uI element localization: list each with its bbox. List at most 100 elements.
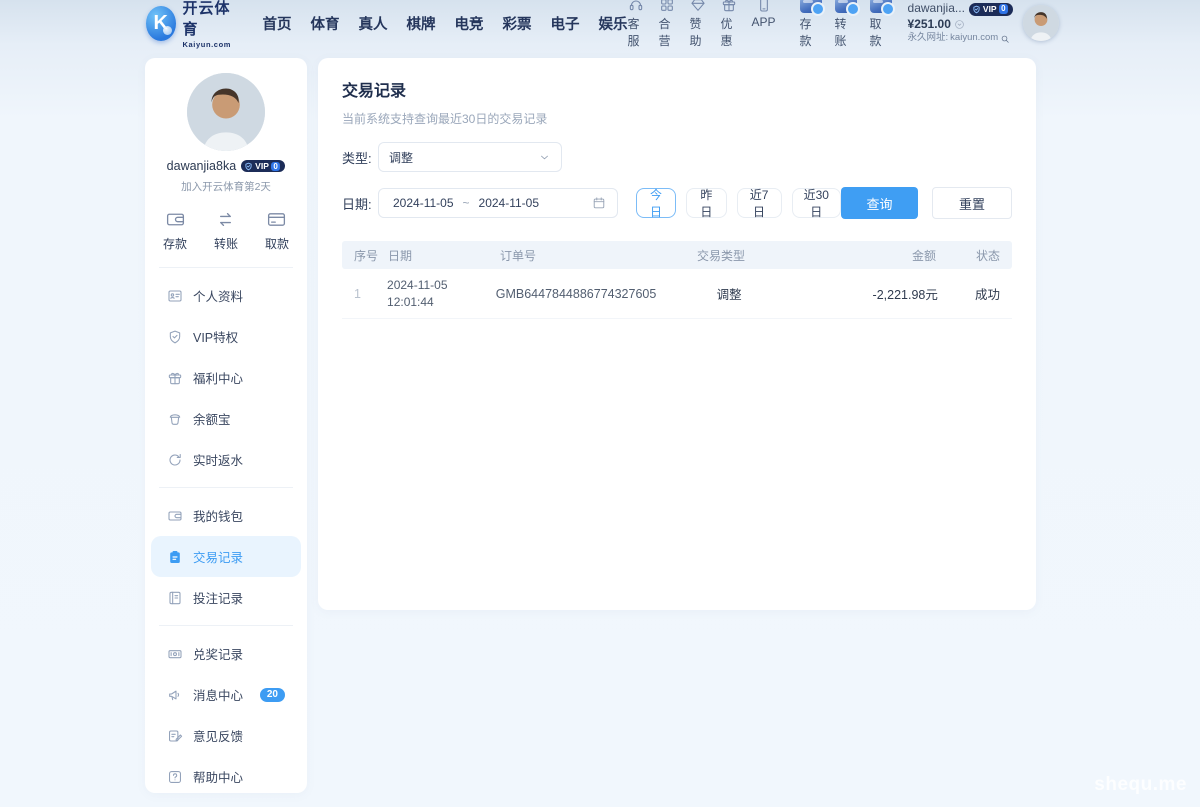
range-30days-button[interactable]: 近30日 — [792, 188, 842, 218]
promo-link[interactable]: 优惠 — [721, 0, 737, 49]
date-separator: ~ — [463, 196, 470, 210]
menu-group-misc: 兑奖记录 消息中心 20 意见反馈 帮助中心 — [145, 628, 307, 802]
app-icon — [756, 0, 772, 13]
nav-item-chess[interactable]: 棋牌 — [407, 13, 436, 34]
date-end-value: 2024-11-05 — [479, 196, 540, 210]
menu-group-wallet: 我的钱包 交易记录 投注记录 — [145, 490, 307, 623]
date-start-value: 2024-11-05 — [393, 196, 454, 210]
main-nav: 首页 体育 真人 棋牌 电竞 彩票 电子 娱乐 — [263, 13, 628, 34]
vip-label: VIP — [983, 4, 997, 15]
menu-label: 我的钱包 — [193, 506, 243, 525]
col-header-order-no: 订单号 — [500, 247, 646, 264]
promo-icon — [721, 0, 737, 13]
divider — [159, 487, 293, 488]
username-truncated[interactable]: dawanjia... — [908, 1, 965, 17]
unread-count-badge: 20 — [260, 688, 285, 702]
site-logo[interactable]: K 开云体育 Kaiyun.com — [146, 0, 237, 49]
support-link[interactable]: 客服 — [628, 0, 644, 49]
logo-mark-icon: K — [146, 6, 176, 41]
search-icon[interactable] — [1000, 34, 1010, 44]
topbar: K 开云体育 Kaiyun.com 首页 体育 真人 棋牌 电竞 彩票 电子 娱… — [0, 0, 1200, 46]
deposit-action[interactable]: 存款 — [163, 209, 187, 252]
reset-button[interactable]: 重置 — [932, 187, 1012, 219]
deposit-link[interactable]: 存款 — [800, 0, 822, 49]
range-7days-button[interactable]: 近7日 — [737, 188, 782, 218]
vip-level: 0 — [271, 162, 280, 171]
topbar-user-block: dawanjia... VIP0 ¥251.00 永久网址: kaiyun.co… — [908, 1, 1014, 45]
menu-label: 意见反馈 — [193, 726, 243, 745]
nav-item-live[interactable]: 真人 — [359, 13, 388, 34]
transactions-clipboard-icon — [167, 549, 183, 565]
sidebar-item-messages[interactable]: 消息中心 20 — [151, 674, 301, 715]
transfer-link[interactable]: 转账 — [835, 0, 857, 49]
permanent-url-value[interactable]: kaiyun.com — [950, 32, 998, 44]
bet-records-icon — [167, 590, 183, 606]
type-select[interactable]: 调整 — [378, 142, 562, 172]
vip-level: 0 — [999, 4, 1008, 14]
menu-label: 实时返水 — [193, 450, 243, 469]
sidebar: dawanjia8ka VIP0 加入开云体育第2天 存款 转账 取款 — [145, 58, 307, 793]
row-index: 1 — [354, 287, 387, 301]
partner-link[interactable]: 合营 — [659, 0, 675, 49]
transfer-label: 转账 — [214, 235, 238, 252]
rebate-refresh-icon — [167, 452, 183, 468]
sidebar-item-benefits[interactable]: 福利中心 — [151, 357, 301, 398]
savings-pot-icon — [167, 411, 183, 427]
support-icon — [628, 0, 644, 13]
sponsor-link[interactable]: 赞助 — [690, 0, 706, 49]
sidebar-item-yuebao[interactable]: 余额宝 — [151, 398, 301, 439]
benefits-gift-icon — [167, 370, 183, 386]
transfer-action[interactable]: 转账 — [214, 209, 238, 252]
menu-label: 帮助中心 — [193, 767, 243, 786]
withdraw-link[interactable]: 取款 — [870, 0, 892, 49]
sidebar-item-feedback[interactable]: 意见反馈 — [151, 715, 301, 756]
partner-icon — [659, 0, 675, 13]
quick-range-buttons: 今日 昨日 近7日 近30日 — [636, 188, 841, 218]
sidebar-item-transactions[interactable]: 交易记录 — [151, 536, 301, 577]
nav-item-lottery[interactable]: 彩票 — [503, 13, 532, 34]
transactions-panel: 交易记录 当前系统支持查询最近30日的交易记录 类型: 调整 日期: 2024-… — [318, 58, 1036, 610]
user-avatar[interactable] — [1023, 5, 1059, 41]
menu-label: 投注记录 — [193, 588, 243, 607]
menu-label: 兑奖记录 — [193, 644, 243, 663]
date-range-input[interactable]: 2024-11-05 ~ 2024-11-05 — [378, 188, 618, 218]
sidebar-item-rebate[interactable]: 实时返水 — [151, 439, 301, 480]
topbar-quick-links: 客服 合营 赞助 优惠 APP — [628, 0, 776, 49]
sidebar-item-help[interactable]: 帮助中心 — [151, 756, 301, 797]
row-time: 12:01:44 — [387, 294, 496, 310]
nav-item-entertainment[interactable]: 娱乐 — [599, 13, 628, 34]
date-filter-label: 日期: — [342, 194, 378, 213]
wallet-icon — [167, 508, 183, 524]
withdraw-label: 取款 — [870, 15, 892, 49]
withdraw-action[interactable]: 取款 — [265, 209, 289, 252]
deposit-label: 存款 — [800, 15, 822, 49]
sidebar-item-profile[interactable]: 个人资料 — [151, 275, 301, 316]
sidebar-item-bet-records[interactable]: 投注记录 — [151, 577, 301, 618]
sidebar-item-vip[interactable]: VIP特权 — [151, 316, 301, 357]
vip-shield-icon — [244, 162, 253, 171]
page-subtitle: 当前系统支持查询最近30日的交易记录 — [342, 110, 1012, 127]
nav-item-esports[interactable]: 电竞 — [455, 13, 484, 34]
table-header-row: 序号 日期 订单号 交易类型 金额 状态 — [342, 241, 1012, 269]
range-yesterday-button[interactable]: 昨日 — [686, 188, 726, 218]
wallet-icon — [165, 209, 186, 230]
transactions-table: 序号 日期 订单号 交易类型 金额 状态 1 2024-11-05 12:01:… — [342, 241, 1012, 319]
divider — [159, 625, 293, 626]
nav-item-sports[interactable]: 体育 — [311, 13, 340, 34]
query-button[interactable]: 查询 — [841, 187, 918, 219]
transfer-label: 转账 — [835, 15, 857, 49]
range-today-button[interactable]: 今日 — [636, 188, 676, 218]
profile-vip-badge: VIP0 — [241, 160, 285, 172]
sidebar-item-my-wallet[interactable]: 我的钱包 — [151, 495, 301, 536]
feedback-edit-icon — [167, 728, 183, 744]
profile-username: dawanjia8ka — [167, 159, 237, 173]
profile-quick-actions: 存款 转账 取款 — [145, 194, 307, 265]
app-link[interactable]: APP — [752, 0, 776, 49]
sidebar-item-redeem-records[interactable]: 兑奖记录 — [151, 633, 301, 674]
nav-item-slots[interactable]: 电子 — [551, 13, 580, 34]
logo-domain: Kaiyun.com — [183, 40, 237, 49]
app-label: APP — [752, 15, 776, 29]
balance-dropdown-icon[interactable] — [954, 19, 965, 30]
nav-item-home[interactable]: 首页 — [263, 13, 292, 34]
col-header-amount: 金额 — [796, 247, 936, 264]
